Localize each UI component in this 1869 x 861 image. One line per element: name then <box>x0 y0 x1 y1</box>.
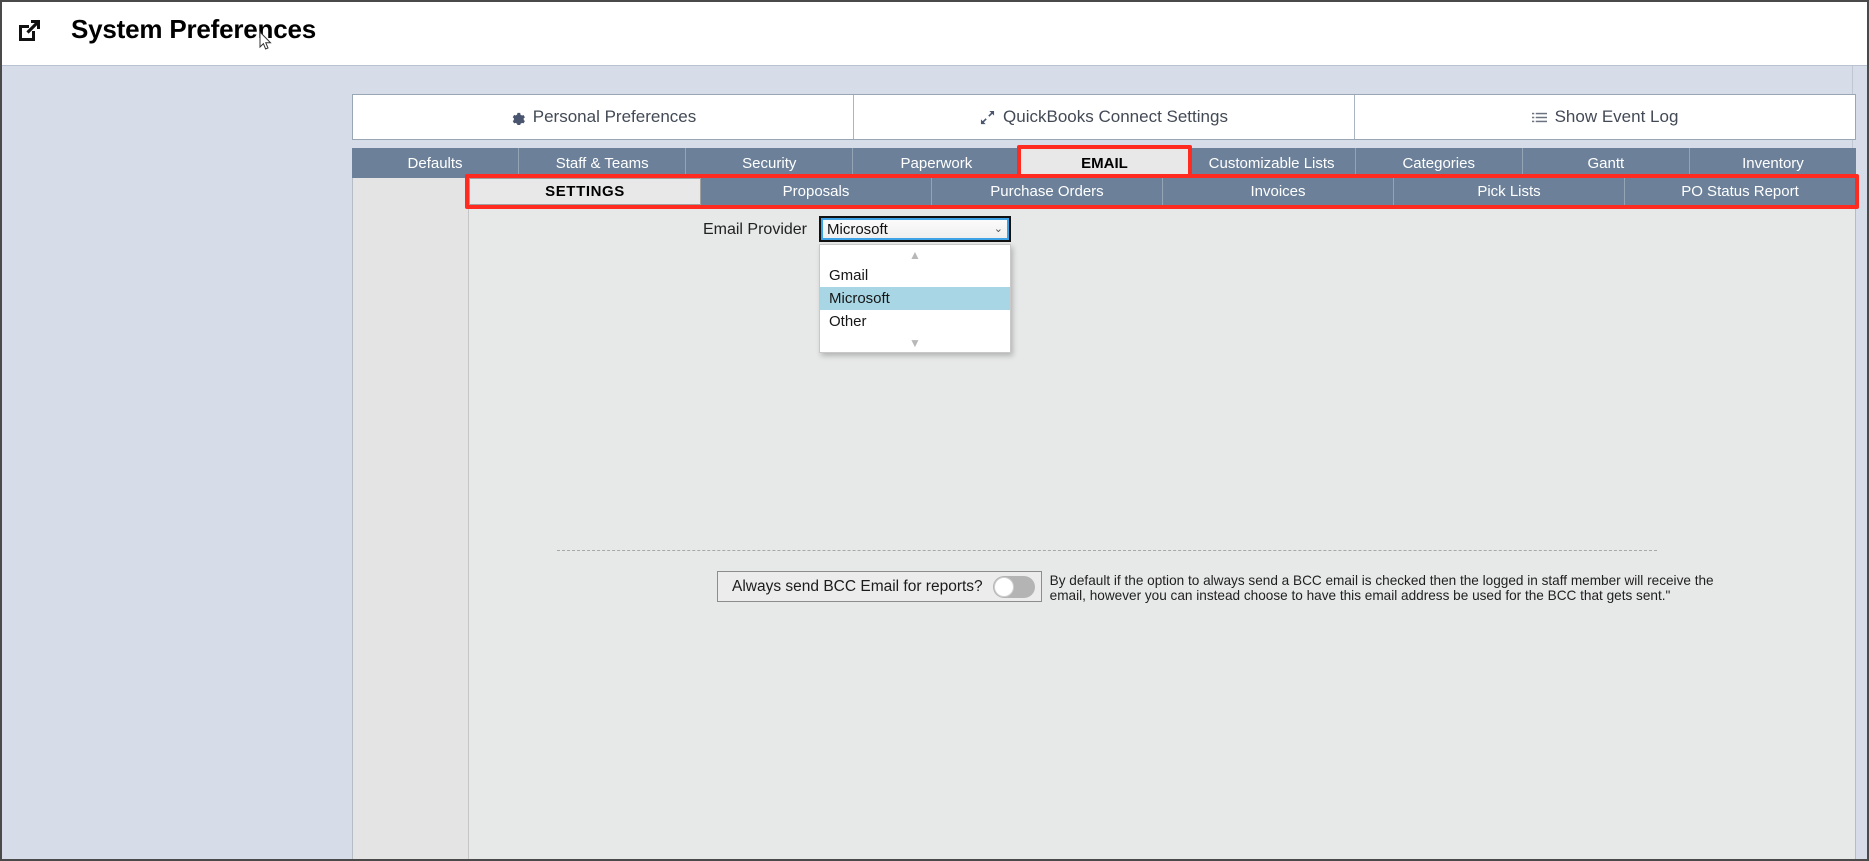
sub-tab-invoices-label: Invoices <box>1250 183 1306 200</box>
bcc-toggle-label: Always send BCC Email for reports? <box>732 577 983 595</box>
tab-personal-preferences-label: Personal Preferences <box>532 107 697 126</box>
chevron-down-icon: ⌄ <box>993 222 1003 235</box>
primary-tab-categories-label: Categories <box>1402 154 1475 172</box>
email-provider-select[interactable]: Microsoft ⌄ <box>819 216 1011 242</box>
tab-show-event-log-label: Show Event Log <box>1554 107 1679 126</box>
page-title: System Preferences <box>71 14 316 44</box>
window-title-bar: System Preferences <box>2 2 1867 66</box>
panel-body: SETTINGS Proposals Purchase Orders Invoi… <box>465 174 1859 859</box>
primary-tab-security-label: Security <box>742 154 797 172</box>
scroll-down-arrow-icon[interactable]: ▼ <box>820 333 1010 352</box>
expand-arrows-icon <box>980 110 995 125</box>
email-provider-option-list: ▲ Gmail Microsoft Other ▼ <box>819 244 1011 353</box>
sub-tab-pick-lists-label: Pick Lists <box>1477 183 1541 200</box>
sub-tab-purchase-orders[interactable]: Purchase Orders <box>932 178 1163 205</box>
tab-show-event-log[interactable]: Show Event Log <box>1355 95 1855 139</box>
sub-tab-proposals[interactable]: Proposals <box>701 178 932 205</box>
primary-tab-bar: Defaults Staff & Teams Security Paperwor… <box>352 145 1856 181</box>
settings-panel: SETTINGS Proposals Purchase Orders Invoi… <box>352 174 1859 859</box>
primary-tab-customizable-lists-label: Customizable Lists <box>1208 154 1335 172</box>
email-provider-row: Email Provider Microsoft ⌄ ▲ Gmail Micro… <box>469 216 1855 353</box>
primary-tab-paperwork[interactable]: Paperwork <box>853 148 1021 178</box>
tab-personal-preferences[interactable]: Personal Preferences <box>353 95 854 139</box>
list-icon <box>1531 110 1547 125</box>
tab-quickbooks-connect-settings[interactable]: QuickBooks Connect Settings <box>854 95 1355 139</box>
sub-tab-proposals-label: Proposals <box>782 183 850 200</box>
sub-tab-bar: SETTINGS Proposals Purchase Orders Invoi… <box>465 174 1859 209</box>
external-link-icon[interactable] <box>16 17 42 43</box>
primary-tab-defaults-label: Defaults <box>407 154 463 172</box>
primary-tab-email-label: EMAIL <box>1081 154 1128 172</box>
primary-tab-gantt[interactable]: Gantt <box>1523 148 1690 178</box>
option-other[interactable]: Other <box>820 310 1010 333</box>
bcc-toggle-switch[interactable] <box>992 575 1035 598</box>
option-microsoft[interactable]: Microsoft <box>820 287 1010 310</box>
primary-tab-customizable-lists[interactable]: Customizable Lists <box>1189 148 1356 178</box>
option-gmail[interactable]: Gmail <box>820 264 1010 287</box>
primary-tab-inventory[interactable]: Inventory <box>1690 148 1856 178</box>
section-divider <box>557 550 1657 551</box>
tab-quickbooks-connect-settings-label: QuickBooks Connect Settings <box>1003 107 1228 126</box>
scroll-up-arrow-icon[interactable]: ▲ <box>820 245 1010 264</box>
primary-tab-paperwork-label: Paperwork <box>900 154 973 172</box>
top-tab-bar: Personal Preferences QuickBooks Connect … <box>352 94 1856 140</box>
primary-tab-email[interactable]: EMAIL <box>1017 145 1192 181</box>
gear-icon <box>510 110 525 125</box>
email-provider-selected-value: Microsoft <box>827 220 888 238</box>
sub-tab-po-status-report-label: PO Status Report <box>1681 183 1799 200</box>
primary-tab-gantt-label: Gantt <box>1587 154 1625 172</box>
bcc-toggle-box: Always send BCC Email for reports? <box>717 571 1042 602</box>
sub-tab-settings[interactable]: SETTINGS <box>465 174 1859 209</box>
primary-tab-inventory-label: Inventory <box>1742 154 1804 172</box>
bcc-section: Always send BCC Email for reports? By de… <box>717 571 1726 603</box>
sub-tab-po-status-report[interactable]: PO Status Report <box>1625 178 1855 205</box>
sub-tab-settings-label: SETTINGS <box>545 183 625 200</box>
option-microsoft-label: Microsoft <box>829 290 890 307</box>
panel-left-gutter <box>353 178 469 859</box>
sub-tab-purchase-orders-label: Purchase Orders <box>990 183 1104 200</box>
sub-tab-pick-lists[interactable]: Pick Lists <box>1394 178 1625 205</box>
sub-tab-invoices[interactable]: Invoices <box>1163 178 1394 205</box>
system-preferences-window: System Preferences Personal Preferences <box>0 0 1869 861</box>
primary-tab-security[interactable]: Security <box>686 148 854 178</box>
content-column: Personal Preferences QuickBooks Connect … <box>352 94 1859 859</box>
primary-tab-categories[interactable]: Categories <box>1356 148 1523 178</box>
option-gmail-label: Gmail <box>829 267 869 284</box>
primary-tab-staff-teams[interactable]: Staff & Teams <box>519 148 687 178</box>
primary-tab-defaults[interactable]: Defaults <box>352 148 520 178</box>
option-other-label: Other <box>829 313 867 330</box>
bcc-description: By default if the option to always send … <box>1049 573 1714 604</box>
email-provider-label: Email Provider <box>702 221 807 238</box>
bcc-toggle-knob <box>993 576 1014 597</box>
primary-tab-staff-teams-label: Staff & Teams <box>555 154 649 172</box>
email-provider-select-wrap: Microsoft ⌄ ▲ Gmail Microsoft Other ▼ <box>819 216 1011 353</box>
